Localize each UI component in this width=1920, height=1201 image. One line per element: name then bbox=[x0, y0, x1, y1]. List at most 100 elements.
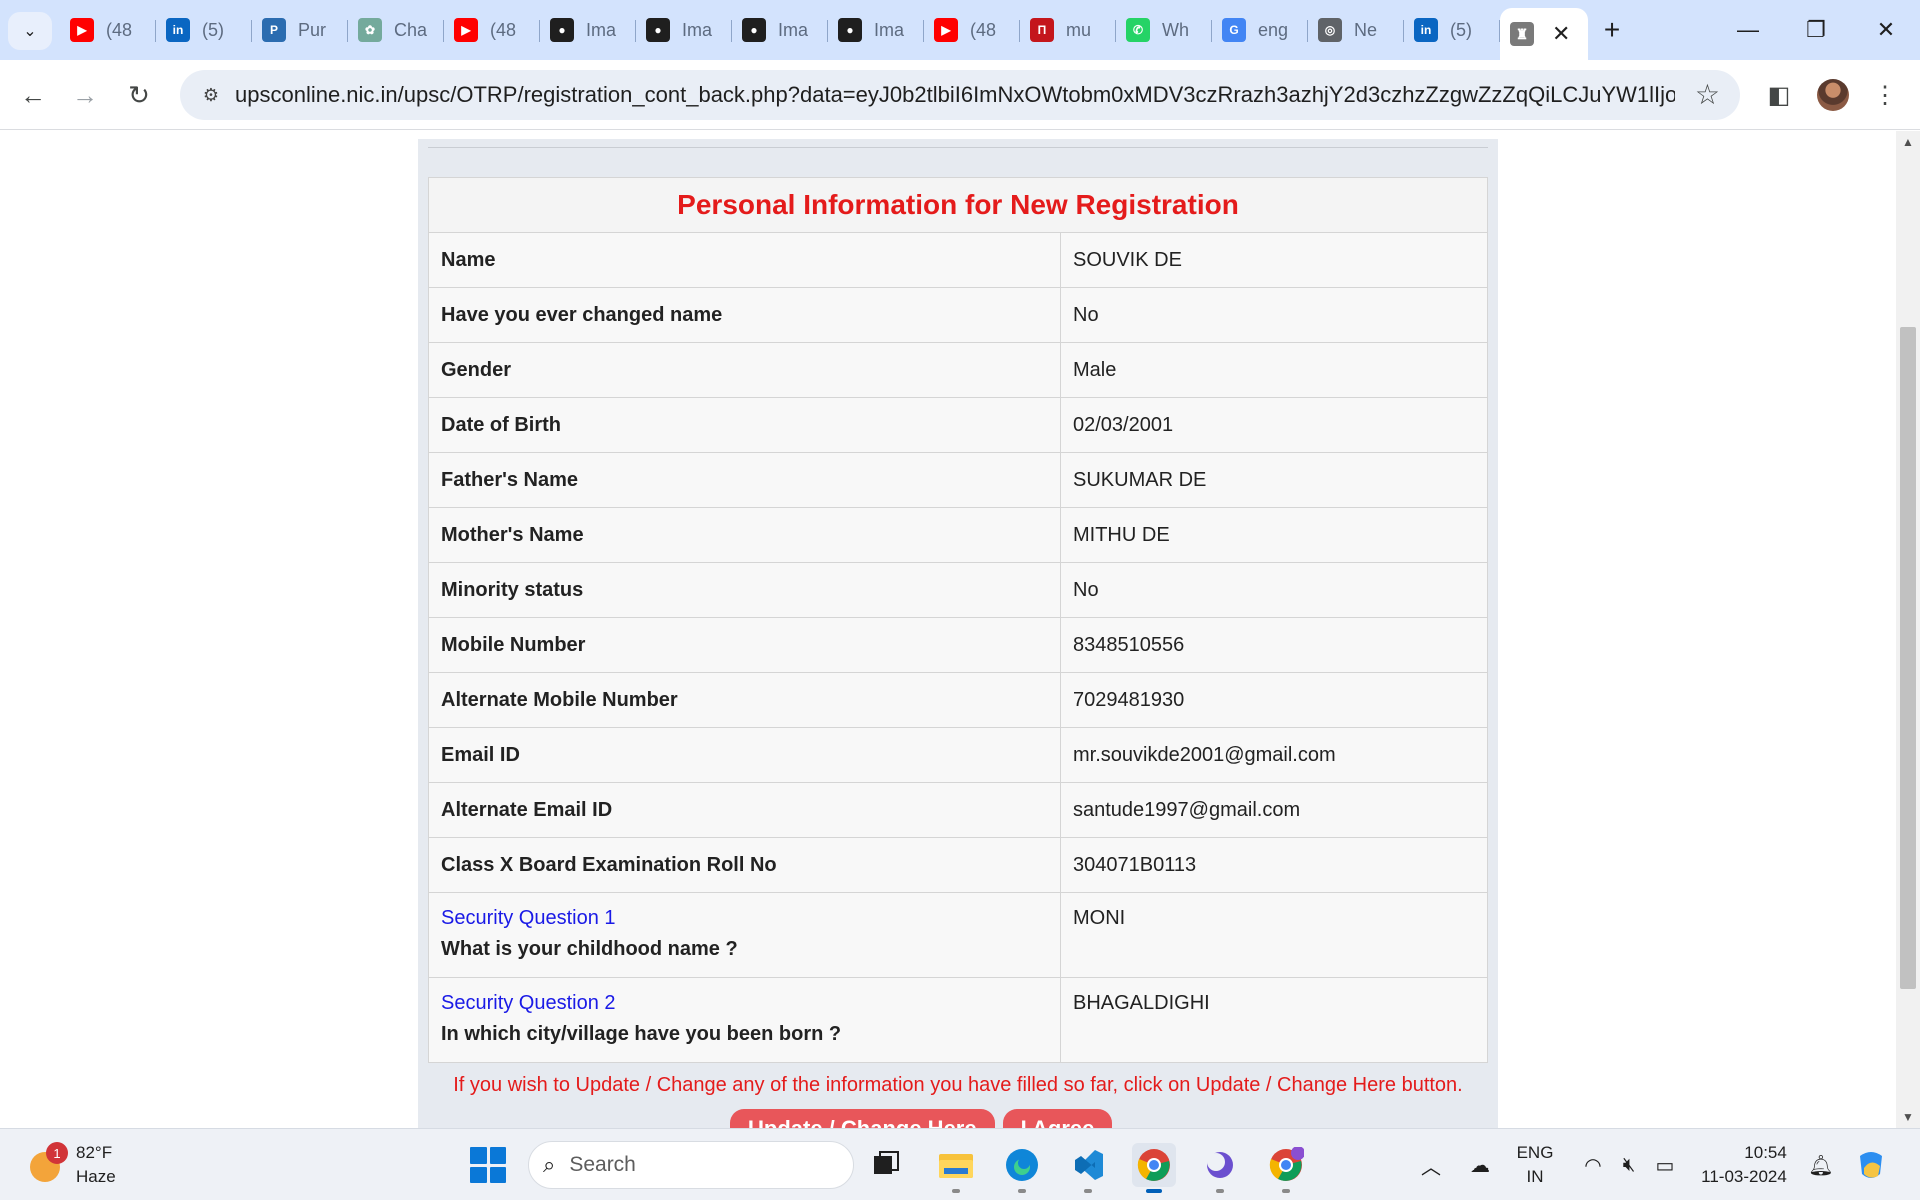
forward-button[interactable]: → bbox=[64, 74, 106, 116]
weather-widget[interactable]: 1 82°F Haze bbox=[26, 1141, 116, 1189]
bookmark-star-icon[interactable]: ☆ bbox=[1695, 78, 1720, 111]
tab-title: Pur bbox=[298, 19, 327, 40]
browser-tab[interactable]: ▶ (48 bbox=[60, 8, 156, 52]
field-label: Email ID bbox=[428, 727, 1061, 783]
time: 10:54 bbox=[1744, 1143, 1787, 1162]
tab-title: mu bbox=[1066, 19, 1092, 40]
bell-icon: 🔔︎ bbox=[1808, 1154, 1834, 1177]
field-value: santude1997@gmail.com bbox=[1060, 782, 1488, 838]
language-indicator[interactable]: ENG IN bbox=[1510, 1129, 1560, 1201]
taskbar-search[interactable]: ⌕ Search bbox=[528, 1141, 854, 1189]
app-button[interactable] bbox=[1198, 1143, 1242, 1193]
tab-search-button[interactable]: ⌄ bbox=[8, 12, 52, 50]
action-buttons: Update / Change Here I Agree bbox=[730, 1109, 1113, 1128]
vscode-icon bbox=[1075, 1150, 1103, 1180]
avatar bbox=[1817, 79, 1849, 111]
browser-tab[interactable]: ✿ Cha bbox=[348, 8, 444, 52]
arrow-left-icon: ← bbox=[20, 79, 46, 110]
linkedin-icon: in bbox=[166, 18, 190, 42]
site-info-icon[interactable]: ⚙ bbox=[194, 79, 228, 111]
wifi-button[interactable]: ◠ bbox=[1576, 1129, 1610, 1201]
close-icon: ✕ bbox=[1876, 17, 1896, 42]
menu-button[interactable]: ⋮ bbox=[1864, 74, 1906, 116]
active-browser-tab[interactable]: ♜ ✕ bbox=[1500, 8, 1588, 60]
weather-temp: 82°F bbox=[76, 1143, 113, 1162]
table-row: Alternate Mobile Number 7029481930 bbox=[428, 672, 1488, 728]
volume-muted-icon: 🔇︎ bbox=[1622, 1153, 1636, 1176]
address-bar[interactable]: ⚙ upsconline.nic.in/upsc/OTRP/registrati… bbox=[180, 70, 1740, 120]
i-agree-button[interactable]: I Agree bbox=[1002, 1109, 1113, 1128]
field-value: Male bbox=[1060, 342, 1488, 398]
chrome-icon: ◎ bbox=[1318, 18, 1342, 42]
tab-title: Ima bbox=[682, 19, 713, 40]
scroll-up-icon[interactable]: ▲ bbox=[1902, 135, 1914, 149]
reload-button[interactable]: ↻ bbox=[118, 74, 160, 116]
field-label: Have you ever changed name bbox=[428, 287, 1061, 343]
table-row: Mobile Number 8348510556 bbox=[428, 617, 1488, 673]
browser-tab[interactable]: in (5) bbox=[1404, 8, 1500, 52]
update-change-button[interactable]: Update / Change Here bbox=[730, 1109, 995, 1128]
task-view-button[interactable] bbox=[864, 1143, 908, 1187]
start-button[interactable] bbox=[470, 1147, 506, 1183]
chrome-profile-button[interactable] bbox=[1264, 1143, 1308, 1193]
security-answer: BHAGALDIGHI bbox=[1060, 977, 1488, 1063]
security-question-row: Security Question 2 In which city/village… bbox=[428, 977, 1488, 1063]
browser-tab[interactable]: ✆ Wh bbox=[1116, 8, 1212, 52]
windows-taskbar: 1 82°F Haze ⌕ Search ︿ ☁ ENG IN ◠ 🔇︎ ▭ 1… bbox=[0, 1128, 1920, 1200]
copilot-button[interactable] bbox=[1850, 1129, 1892, 1201]
side-panel-button[interactable]: ◧ bbox=[1758, 74, 1800, 116]
file-explorer-button[interactable] bbox=[934, 1143, 978, 1193]
minimize-button[interactable]: — bbox=[1714, 0, 1782, 60]
browser-tab[interactable]: ◎ Ne bbox=[1308, 8, 1404, 52]
field-label: Alternate Mobile Number bbox=[428, 672, 1061, 728]
github-icon: ● bbox=[838, 18, 862, 42]
table-row: Have you ever changed name No bbox=[428, 287, 1488, 343]
browser-tab[interactable]: in (5) bbox=[156, 8, 252, 52]
onedrive-button[interactable]: ☁ bbox=[1462, 1129, 1498, 1201]
field-label: Date of Birth bbox=[428, 397, 1061, 453]
browser-tab[interactable]: P Pur bbox=[252, 8, 348, 52]
search-icon: ⌕ bbox=[543, 1152, 556, 1177]
browser-tab[interactable]: ▶ (48 bbox=[444, 8, 540, 52]
clock[interactable]: 10:54 11-03-2024 bbox=[1690, 1129, 1798, 1201]
folder-icon bbox=[939, 1154, 973, 1178]
vertical-scrollbar[interactable]: ▲ ▼ bbox=[1896, 131, 1920, 1128]
copilot-icon bbox=[1860, 1152, 1882, 1178]
browser-tab[interactable]: ● Ima bbox=[828, 8, 924, 52]
restore-button[interactable]: ❐ bbox=[1782, 0, 1850, 60]
new-tab-button[interactable]: + bbox=[1588, 8, 1636, 52]
scroll-down-icon[interactable]: ▼ bbox=[1902, 1110, 1914, 1124]
browser-tab[interactable]: ▶ (48 bbox=[924, 8, 1020, 52]
table-row: Name SOUVIK DE bbox=[428, 232, 1488, 288]
browser-tab[interactable]: Πmu bbox=[1020, 8, 1116, 52]
browser-tab[interactable]: Geng bbox=[1212, 8, 1308, 52]
close-window-button[interactable]: ✕ bbox=[1852, 0, 1920, 60]
more-vert-icon: ⋮ bbox=[1873, 81, 1897, 109]
profile-button[interactable] bbox=[1812, 74, 1854, 116]
upsc-emblem-icon: ♜ bbox=[1510, 22, 1534, 46]
show-hidden-icons-button[interactable]: ︿ bbox=[1416, 1129, 1446, 1201]
close-tab-icon[interactable]: ✕ bbox=[1552, 21, 1570, 47]
date: 11-03-2024 bbox=[1701, 1167, 1787, 1186]
plus-icon: + bbox=[1603, 14, 1621, 45]
page-title: Personal Information for New Registratio… bbox=[428, 177, 1488, 233]
security-question-link[interactable]: Security Question 2 bbox=[441, 992, 1060, 1015]
battery-button[interactable]: ▭ bbox=[1648, 1129, 1682, 1201]
back-button[interactable]: ← bbox=[12, 74, 54, 116]
edge-button[interactable] bbox=[1000, 1143, 1044, 1193]
security-question-link[interactable]: Security Question 1 bbox=[441, 907, 1060, 930]
table-row: Date of Birth 02/03/2001 bbox=[428, 397, 1488, 453]
chrome-button[interactable] bbox=[1132, 1143, 1176, 1193]
volume-button[interactable]: 🔇︎ bbox=[1612, 1129, 1646, 1201]
github-icon: ● bbox=[550, 18, 574, 42]
browser-tab[interactable]: ● Ima bbox=[636, 8, 732, 52]
browser-tab[interactable]: ● Ima bbox=[540, 8, 636, 52]
scrollbar-thumb[interactable] bbox=[1900, 327, 1916, 989]
browser-tab[interactable]: ● Ima bbox=[732, 8, 828, 52]
arrow-right-icon: → bbox=[72, 79, 98, 110]
vscode-button[interactable] bbox=[1066, 1143, 1110, 1193]
url-text[interactable]: upsconline.nic.in/upsc/OTRP/registration… bbox=[235, 82, 1675, 108]
notifications-button[interactable]: 🔔︎ bbox=[1806, 1129, 1836, 1201]
update-notice: If you wish to Update / Change any of th… bbox=[453, 1074, 1463, 1096]
tab-title: (48 bbox=[970, 19, 997, 40]
